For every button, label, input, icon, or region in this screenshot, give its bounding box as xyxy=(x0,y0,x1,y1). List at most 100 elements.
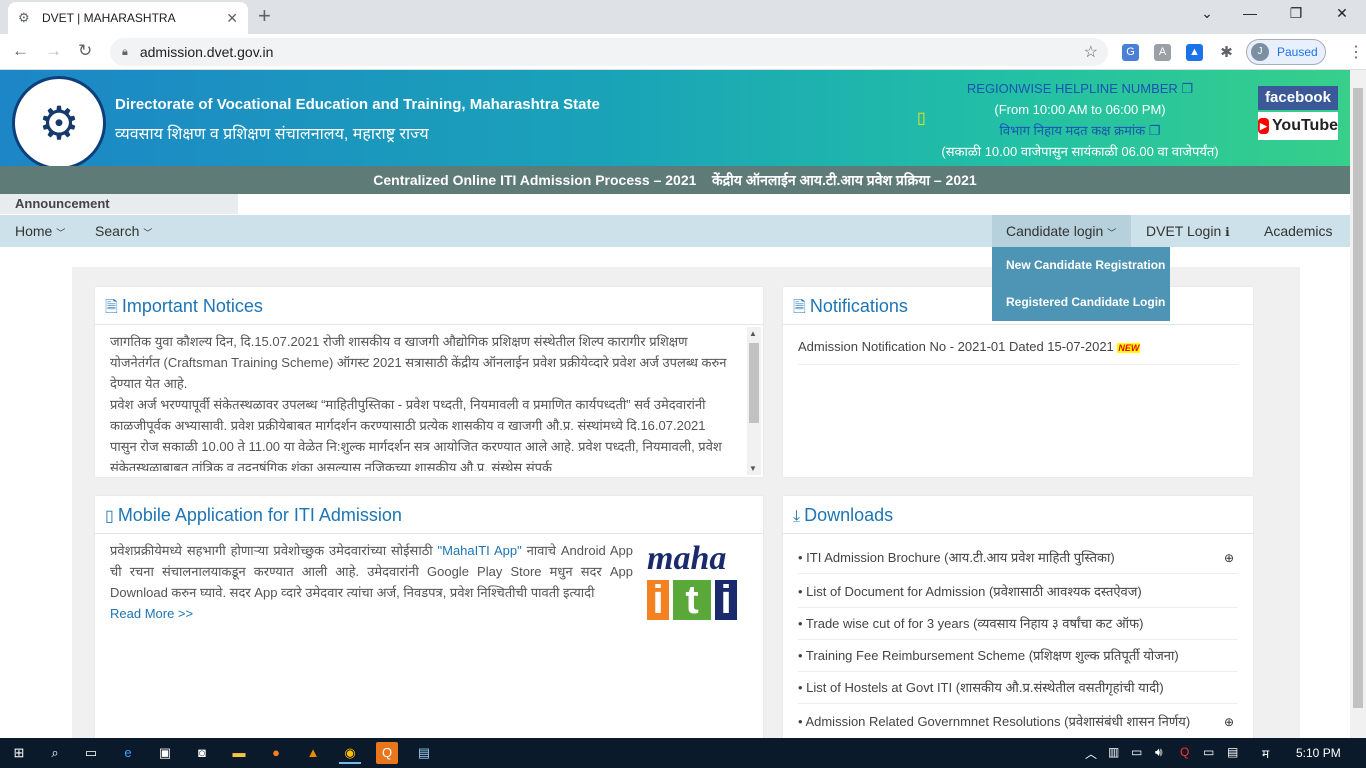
nav-candidate-login[interactable]: Candidate login ﹀ xyxy=(992,215,1131,247)
mobile-app-text: प्रवेशप्रक्रीयेमध्ये सहभागी होणाऱ्या प्र… xyxy=(110,540,633,624)
download-item[interactable]: • Training Fee Reimbursement Scheme (प्र… xyxy=(798,640,1238,672)
page-viewport: ⚙ Directorate of Vocational Education an… xyxy=(0,70,1350,738)
announcement-label: Announcement xyxy=(0,194,238,214)
nav-academics[interactable]: Academics xyxy=(1264,215,1332,247)
download-item[interactable]: • Trade wise cut of for 3 years (व्यवसाय… xyxy=(798,608,1238,640)
download-item[interactable]: • ITI Admission Brochure (आय.टी.आय प्रवे… xyxy=(798,542,1238,574)
scroll-up-icon: ▲ xyxy=(749,329,757,338)
document-icon: 🗎 xyxy=(105,299,118,316)
youtube-link[interactable]: ▶ YouTube xyxy=(1258,112,1338,140)
notice-paragraph: जागतिक युवा कौशल्य दिन, दि.15.07.2021 रो… xyxy=(110,334,727,391)
translate-extension-icon[interactable]: G xyxy=(1122,44,1139,61)
reload-icon[interactable]: ↻ xyxy=(78,42,92,60)
candidate-login-dropdown: New Candidate Registration Registered Ca… xyxy=(992,247,1170,321)
tray-q-icon[interactable]: Q xyxy=(1180,745,1189,759)
restore-icon[interactable]: ❐ xyxy=(1286,5,1306,22)
camera-icon[interactable]: ◙ xyxy=(191,742,213,764)
close-window-icon[interactable]: ✕ xyxy=(1332,5,1352,22)
registered-candidate-login-link[interactable]: Registered Candidate Login xyxy=(992,284,1170,321)
new-badge: NEW xyxy=(1117,343,1141,353)
download-item[interactable]: • Admission Related Governmnet Resolutio… xyxy=(798,706,1238,738)
notification-link[interactable]: Admission Notification No - 2021-01 Date… xyxy=(798,339,1238,365)
helpline-title-marathi-link[interactable]: विभाग निहाय मदत कक्ष क्रमांक ❐ xyxy=(930,120,1230,141)
extensions-puzzle-icon[interactable]: ✱ xyxy=(1218,44,1235,61)
mobile-phone-icon: ▯ xyxy=(105,508,114,525)
nav-search[interactable]: Search ﹀ xyxy=(95,215,152,247)
notices-scrollbar[interactable]: ▲ ▼ xyxy=(747,327,761,475)
search-icon[interactable]: ⌕ xyxy=(44,742,66,764)
network-icon[interactable]: ▭ xyxy=(1131,745,1142,759)
forward-icon[interactable]: → xyxy=(45,42,62,60)
bookmark-star-icon[interactable]: ☆ xyxy=(1084,42,1098,62)
page-scrollbar[interactable] xyxy=(1350,70,1366,738)
helpline-hours: (From 10:00 AM to 06:00 PM) xyxy=(994,102,1166,117)
chrome-icon[interactable]: ◉ xyxy=(339,742,361,764)
firefox-icon[interactable]: ● xyxy=(265,742,287,764)
qlik-app-icon[interactable]: Q xyxy=(376,742,398,764)
helpline-block: REGIONWISE HELPLINE NUMBER ❐ (From 10:00… xyxy=(930,78,1230,162)
process-title-bar: Centralized Online ITI Admission Process… xyxy=(0,166,1350,194)
facebook-link[interactable]: facebook xyxy=(1258,86,1338,110)
chevron-down-icon: ﹀ xyxy=(143,228,153,238)
edge-icon[interactable]: e xyxy=(117,742,139,764)
chevron-down-icon: ﹀ xyxy=(1107,228,1117,238)
extension-b-icon[interactable]: ▲ xyxy=(1186,44,1203,61)
phone-icon: ▯ xyxy=(917,110,926,127)
external-link-icon: ❐ xyxy=(1181,81,1194,96)
downloads-panel: ⤓ Downloads • ITI Admission Brochure (आय.… xyxy=(783,496,1253,738)
tray-chevron-icon[interactable]: ︿ xyxy=(1085,745,1097,762)
info-icon: ℹ xyxy=(1225,225,1230,239)
browser-tab[interactable]: ⚙ DVET | MAHARASHTRA ✕ xyxy=(8,2,248,34)
profile-button[interactable]: J Paused xyxy=(1246,39,1326,65)
chevron-down-icon: ﹀ xyxy=(56,228,66,238)
scroll-down-icon: ▼ xyxy=(749,464,757,473)
important-notices-panel: 🗎 Important Notices जागतिक युवा कौशल्य दि… xyxy=(95,287,763,477)
profile-status: Paused xyxy=(1277,45,1318,59)
task-view-icon[interactable]: ▭ xyxy=(80,742,102,764)
helpline-hours-marathi: (सकाळी 10.00 वाजेपासुन सायंकाळी 06.00 वा… xyxy=(941,144,1219,159)
panel-heading: 🗎 Important Notices xyxy=(95,287,763,325)
store-icon[interactable]: ▣ xyxy=(154,742,176,764)
notices-text: जागतिक युवा कौशल्य दिन, दि.15.07.2021 रो… xyxy=(110,331,735,471)
nav-dvet-login[interactable]: DVET Login ℹ xyxy=(1146,215,1230,247)
new-tab-icon[interactable]: + xyxy=(258,4,271,28)
tab-search-icon[interactable]: ⌄ xyxy=(1197,5,1217,22)
browser-tab-strip: ⚙ DVET | MAHARASHTRA ✕ + ⌄ — ❐ ✕ xyxy=(0,0,1366,34)
file-explorer-icon[interactable]: ▬ xyxy=(228,742,250,764)
gear-emblem-icon: ⚙ xyxy=(38,97,80,149)
battery-icon[interactable]: ▭ xyxy=(1203,745,1214,759)
minimize-icon[interactable]: — xyxy=(1240,5,1260,21)
browser-menu-icon[interactable]: ⋮ xyxy=(1348,42,1364,62)
back-icon[interactable]: ← xyxy=(12,42,29,60)
helpline-title-link[interactable]: REGIONWISE HELPLINE NUMBER ❐ xyxy=(930,78,1230,99)
notepad-icon[interactable]: ▤ xyxy=(413,742,435,764)
notification-icon[interactable]: ▤ xyxy=(1227,745,1238,759)
main-navbar: Home ﹀ Search ﹀ Candidate login ﹀ DVET L… xyxy=(0,215,1350,247)
clock[interactable]: 5:10 PM xyxy=(1296,746,1341,760)
volume-icon[interactable]: 🔊︎ xyxy=(1155,745,1163,760)
input-language[interactable]: म xyxy=(1262,745,1269,762)
site-favicon-icon: ⚙ xyxy=(18,10,30,25)
vlc-icon[interactable]: ▲ xyxy=(302,742,324,764)
download-item[interactable]: • List of Hostels at Govt ITI (शासकीय औ.… xyxy=(798,672,1238,704)
nav-home[interactable]: Home ﹀ xyxy=(15,215,65,247)
download-item[interactable]: • List of Document for Admission (प्रवेश… xyxy=(798,576,1238,608)
org-name-marathi: व्यवसाय शिक्षण व प्रशिक्षण संचालनालय, मह… xyxy=(115,126,429,143)
expand-plus-icon: ⊕ xyxy=(1223,551,1234,565)
maha-iti-logo: maha i t i xyxy=(647,542,747,632)
tray-app-icon[interactable]: ▥ xyxy=(1108,745,1119,759)
close-tab-icon[interactable]: ✕ xyxy=(226,10,238,27)
read-more-link[interactable]: Read More >> xyxy=(110,603,633,624)
document-icon: 🗎 xyxy=(793,299,806,316)
download-icon: ⤓ xyxy=(793,508,801,525)
windows-start-icon[interactable]: ⊞ xyxy=(8,742,30,764)
external-link-icon: ❐ xyxy=(1148,123,1161,138)
windows-taskbar: ⊞ ⌕ ▭ e ▣ ◙ ▬ ● ▲ ◉ Q ▤ ︿ ▥ ▭ 🔊︎ Q ▭ ▤ म… xyxy=(0,738,1366,768)
new-candidate-registration-link[interactable]: New Candidate Registration xyxy=(992,247,1170,284)
mobile-app-panel: ▯ Mobile Application for ITI Admission प्… xyxy=(95,496,763,738)
avatar: J xyxy=(1251,43,1269,61)
app-name: "MahaITI App" xyxy=(437,543,522,558)
expand-plus-icon: ⊕ xyxy=(1223,715,1234,729)
address-bar[interactable]: 🔒︎ admission.dvet.gov.in ☆ xyxy=(110,38,1108,66)
extension-a-icon[interactable]: A xyxy=(1154,44,1171,61)
